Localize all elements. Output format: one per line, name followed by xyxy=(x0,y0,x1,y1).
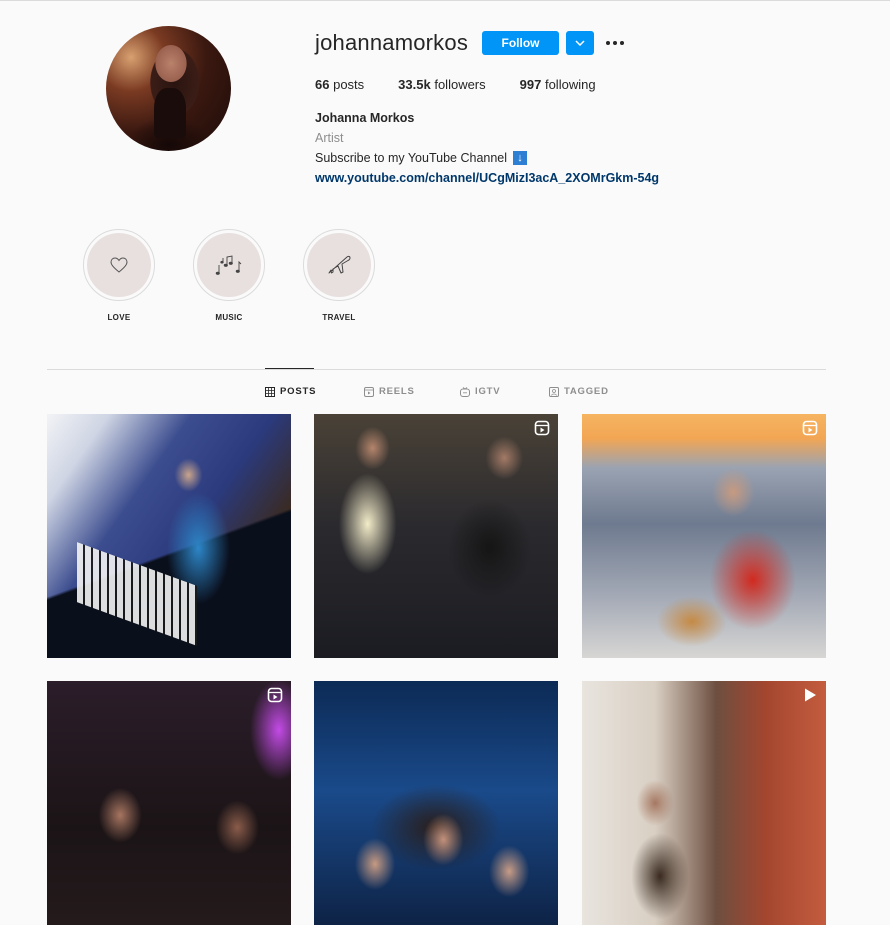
reels-icon xyxy=(267,687,283,703)
profile-website-link[interactable]: www.youtube.com/channel/UCgMizI3acA_2XOM… xyxy=(315,171,659,185)
down-arrow-emoji: ↓ xyxy=(513,151,528,165)
tab-tagged[interactable]: TAGGED xyxy=(549,386,609,397)
bio-text: Subscribe to my YouTube Channel xyxy=(315,151,508,165)
followers-stat[interactable]: 33.5k followers xyxy=(398,77,485,92)
suggested-dropdown-button[interactable] xyxy=(566,31,594,55)
post-thumbnail[interactable] xyxy=(582,681,826,925)
grid-icon xyxy=(265,386,275,397)
profile-bio: Subscribe to my YouTube Channel ↓ xyxy=(315,151,528,165)
highlight-ring xyxy=(83,229,155,301)
reels-icon xyxy=(802,420,818,436)
profile-avatar[interactable] xyxy=(106,26,231,151)
airplane-icon xyxy=(328,255,351,274)
posts-count: 66 xyxy=(315,77,330,92)
following-label: following xyxy=(544,77,596,92)
post-thumbnail[interactable] xyxy=(47,414,291,658)
following-count: 997 xyxy=(519,77,542,92)
music-notes-icon xyxy=(215,255,242,275)
igtv-icon xyxy=(460,386,470,397)
chevron-down-icon xyxy=(575,40,585,46)
tab-igtv[interactable]: IGTV xyxy=(460,386,500,397)
tab-label: POSTS xyxy=(280,386,317,397)
video-icon xyxy=(805,688,816,702)
more-options-button[interactable] xyxy=(604,34,626,52)
reels-icon xyxy=(364,386,374,397)
posts-label: posts xyxy=(333,77,365,92)
profile-full-name: Johanna Morkos xyxy=(315,111,415,125)
highlight-cover xyxy=(87,233,151,297)
highlight-label: TRAVEL xyxy=(322,313,356,322)
highlight-cover xyxy=(197,233,261,297)
active-tab-indicator xyxy=(265,368,314,369)
tab-posts[interactable]: POSTS xyxy=(265,386,316,397)
followers-label: followers xyxy=(434,77,486,92)
reels-icon xyxy=(534,420,550,436)
post-thumbnail[interactable] xyxy=(582,414,826,658)
profile-category: Artist xyxy=(315,131,344,145)
followers-count: 33.5k xyxy=(398,77,431,92)
highlight-music[interactable]: MUSIC xyxy=(193,229,265,322)
tab-label: TAGGED xyxy=(564,386,609,397)
profile-username: johannamorkos xyxy=(315,30,469,55)
ellipsis-icon xyxy=(606,41,624,45)
post-thumbnail[interactable] xyxy=(314,681,558,925)
highlight-ring xyxy=(303,229,375,301)
follow-button[interactable]: Follow xyxy=(482,31,559,55)
tabs-divider xyxy=(47,369,826,370)
tab-reels[interactable]: REELS xyxy=(364,386,415,397)
posts-stat: 66 posts xyxy=(315,77,364,92)
highlight-cover xyxy=(307,233,371,297)
highlight-label: LOVE xyxy=(107,313,131,322)
post-thumbnail[interactable] xyxy=(314,414,558,658)
top-border xyxy=(0,0,890,1)
following-stat[interactable]: 997 following xyxy=(520,77,596,92)
tab-label: IGTV xyxy=(475,386,501,397)
heart-icon xyxy=(110,257,128,273)
tab-label: REELS xyxy=(379,386,415,397)
highlight-ring xyxy=(193,229,265,301)
tagged-icon xyxy=(549,386,559,397)
highlight-love[interactable]: LOVE xyxy=(83,229,155,322)
highlight-travel[interactable]: TRAVEL xyxy=(303,229,375,322)
highlight-label: MUSIC xyxy=(215,313,243,322)
profile-stats: 66 posts 33.5k followers 997 following xyxy=(315,77,630,92)
post-thumbnail[interactable] xyxy=(47,681,291,925)
